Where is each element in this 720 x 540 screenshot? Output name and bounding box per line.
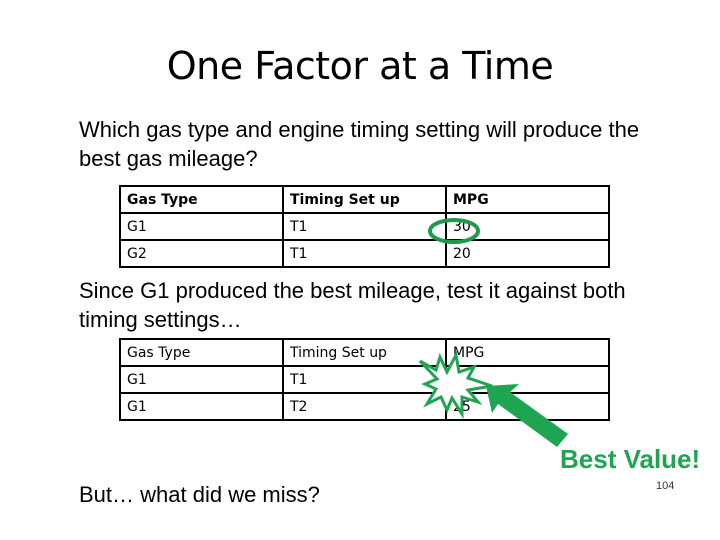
page-number: 104 [656,480,675,492]
highlight-circle [428,218,480,244]
closing-question: But… what did we miss? [79,482,320,507]
best-value-callout: Best Value! [560,444,701,474]
starburst-icon [418,350,493,420]
arrow-icon [486,384,568,447]
